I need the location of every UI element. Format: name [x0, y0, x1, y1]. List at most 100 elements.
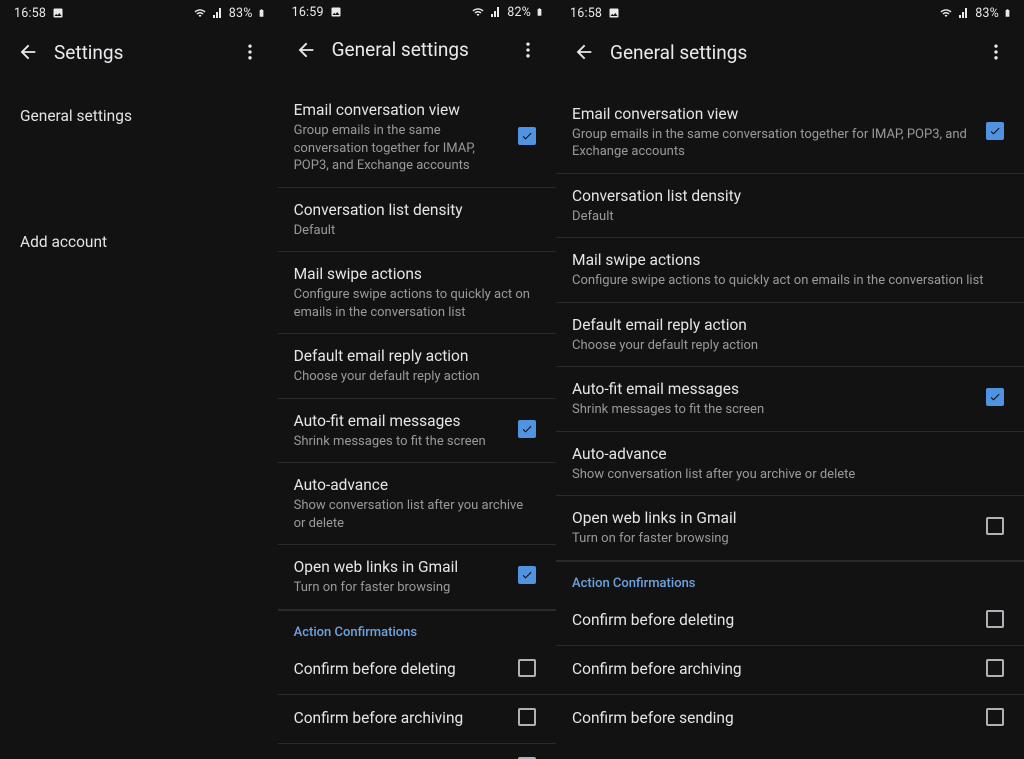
entry-email-conversation-view[interactable]: Email conversation view Group emails in … [278, 88, 556, 188]
arrow-back-icon [295, 39, 317, 61]
more-vert-icon [986, 42, 1006, 62]
entry-title: Auto-advance [294, 475, 530, 496]
entry-title: Auto-advance [572, 444, 998, 465]
checkbox[interactable] [986, 388, 1004, 406]
entry-subtitle: Group emails in the same conversation to… [294, 122, 508, 175]
checkbox[interactable] [986, 708, 1004, 726]
appbar-title: General settings [332, 38, 508, 61]
entry-open-web-links[interactable]: Open web links in Gmail Turn on for fast… [556, 496, 1024, 560]
wifi-icon [939, 7, 953, 19]
status-battery-text: 83% [975, 6, 999, 21]
entry-title: Open web links in Gmail [294, 557, 508, 578]
entry-confirm-before-sending[interactable]: Confirm before sending [556, 695, 1024, 743]
entry-title: Open web links in Gmail [572, 508, 976, 529]
entry-confirm-before-archiving[interactable]: Confirm before archiving [556, 646, 1024, 695]
status-time: 16:59 [292, 5, 324, 20]
entry-default-reply-action[interactable]: Default email reply action Choose your d… [556, 303, 1024, 367]
battery-icon [535, 5, 544, 19]
checkbox[interactable] [518, 566, 536, 584]
status-time: 16:58 [570, 6, 602, 21]
checkbox[interactable] [518, 659, 536, 677]
appbar-title: Settings [54, 41, 230, 64]
battery-icon [1003, 6, 1012, 20]
picture-icon [52, 7, 64, 19]
entry-subtitle: Group emails in the same conversation to… [572, 126, 976, 161]
entry-subtitle: Turn on for faster browsing [572, 530, 976, 548]
list-item-add-account[interactable]: Add account [0, 218, 278, 266]
entry-title: Auto-fit email messages [294, 411, 508, 432]
overflow-menu-button[interactable] [508, 30, 548, 70]
checkbox[interactable] [986, 610, 1004, 628]
entry-subtitle: Choose your default reply action [572, 337, 998, 355]
back-button[interactable] [564, 32, 604, 72]
overflow-menu-button[interactable] [230, 32, 270, 72]
entry-mail-swipe-actions[interactable]: Mail swipe actions Configure swipe actio… [556, 238, 1024, 302]
back-button[interactable] [286, 30, 326, 70]
appbar: Settings [0, 26, 278, 78]
entry-conversation-list-density[interactable]: Conversation list density Default [556, 174, 1024, 238]
checkbox[interactable] [986, 517, 1004, 535]
entry-auto-fit-messages[interactable]: Auto-fit email messages Shrink messages … [278, 399, 556, 463]
arrow-back-icon [17, 41, 39, 63]
picture-icon [608, 7, 620, 19]
signal-icon [211, 7, 225, 19]
entry-auto-fit-messages[interactable]: Auto-fit email messages Shrink messages … [556, 367, 1024, 431]
entry-title: Confirm before deleting [572, 610, 986, 631]
entry-title: Default email reply action [294, 346, 530, 367]
status-bar: 16:58 83% [556, 0, 1024, 26]
entry-email-conversation-view[interactable]: Email conversation view Group emails in … [556, 92, 1024, 174]
entry-subtitle: Default [572, 208, 998, 226]
entry-conversation-list-density[interactable]: Conversation list density Default [278, 188, 556, 252]
entry-open-web-links[interactable]: Open web links in Gmail Turn on for fast… [278, 545, 556, 609]
picture-icon [330, 6, 342, 18]
entry-subtitle: Turn on for faster browsing [294, 579, 508, 597]
entry-subtitle: Configure swipe actions to quickly act o… [572, 272, 998, 290]
status-battery-text: 82% [507, 5, 531, 20]
arrow-back-icon [573, 41, 595, 63]
entry-title: Email conversation view [572, 104, 976, 125]
entry-confirm-before-deleting[interactable]: Confirm before deleting [278, 646, 556, 695]
list-item-general-settings[interactable]: General settings [0, 92, 278, 140]
entry-title: Mail swipe actions [572, 250, 998, 271]
checkbox[interactable] [986, 122, 1004, 140]
status-bar: 16:58 83% [0, 0, 278, 26]
appbar: General settings [556, 26, 1024, 78]
appbar: General settings [278, 25, 556, 75]
entry-title: Conversation list density [572, 186, 998, 207]
entry-title: Mail swipe actions [294, 264, 530, 285]
entry-title: Confirm before archiving [294, 708, 518, 729]
screen-settings-root: 16:58 83% Settings General sett [0, 0, 278, 759]
entry-title: Conversation list density [294, 200, 530, 221]
settings-list: General settings Add account [0, 78, 278, 266]
status-battery-text: 83% [229, 6, 253, 21]
entry-auto-advance[interactable]: Auto-advance Show conversation list afte… [278, 463, 556, 545]
entry-title: Confirm before archiving [572, 659, 986, 680]
signal-icon [957, 7, 971, 19]
checkbox[interactable] [986, 659, 1004, 677]
signal-icon [489, 6, 503, 18]
general-settings-list: Email conversation view Group emails in … [556, 78, 1024, 743]
entry-title: Auto-fit email messages [572, 379, 976, 400]
overflow-menu-button[interactable] [976, 32, 1016, 72]
entry-default-reply-action[interactable]: Default email reply action Choose your d… [278, 334, 556, 398]
entry-title: Confirm before deleting [294, 659, 518, 680]
checkbox[interactable] [518, 127, 536, 145]
entry-auto-advance[interactable]: Auto-advance Show conversation list afte… [556, 432, 1024, 496]
checkbox[interactable] [518, 420, 536, 438]
checkbox[interactable] [518, 708, 536, 726]
entry-confirm-before-sending[interactable]: Confirm before sending [278, 744, 556, 759]
entry-subtitle: Configure swipe actions to quickly act o… [294, 286, 530, 321]
more-vert-icon [518, 40, 538, 60]
more-vert-icon [240, 42, 260, 62]
entry-confirm-before-deleting[interactable]: Confirm before deleting [556, 597, 1024, 646]
status-bar: 16:59 82% [278, 0, 556, 25]
screen-general-settings-a: 16:59 82% General settings [278, 0, 556, 759]
entry-subtitle: Show conversation list after you archive… [572, 466, 998, 484]
back-button[interactable] [8, 32, 48, 72]
entry-subtitle: Show conversation list after you archive… [294, 497, 530, 532]
entry-mail-swipe-actions[interactable]: Mail swipe actions Configure swipe actio… [278, 252, 556, 334]
entry-subtitle: Shrink messages to fit the screen [572, 401, 976, 419]
entry-subtitle: Shrink messages to fit the screen [294, 433, 508, 451]
entry-title: Email conversation view [294, 100, 508, 121]
entry-confirm-before-archiving[interactable]: Confirm before archiving [278, 695, 556, 744]
